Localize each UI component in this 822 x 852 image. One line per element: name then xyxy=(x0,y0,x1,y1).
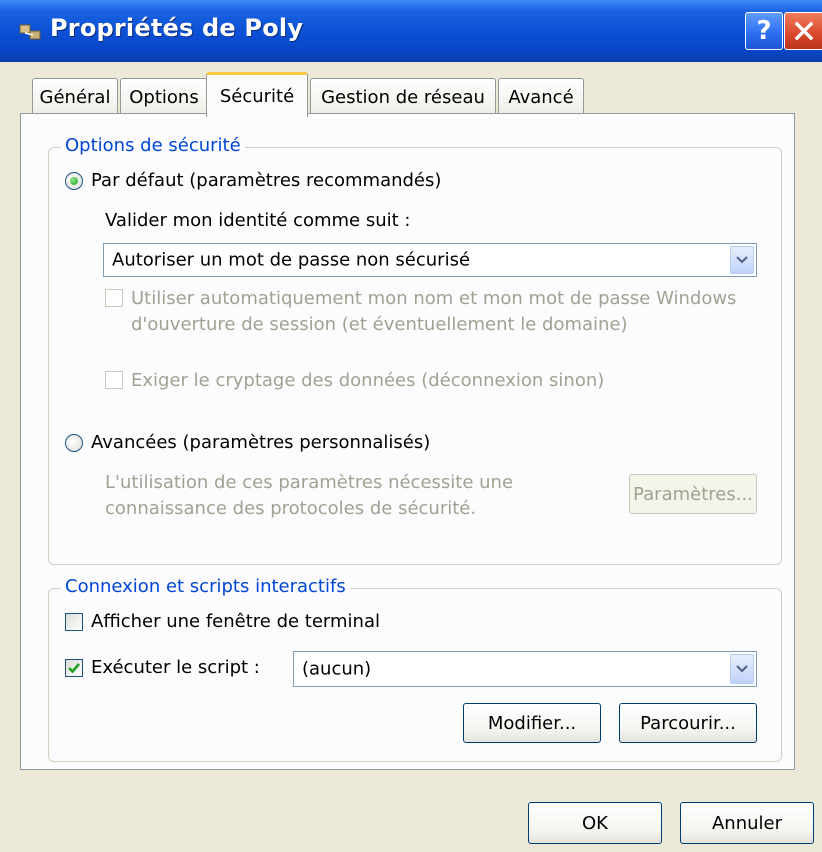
show-terminal-checkbox[interactable] xyxy=(65,613,83,631)
default-radio-label[interactable]: Par défaut (paramètres recommandés) xyxy=(91,170,441,191)
identity-select[interactable]: Autoriser un mot de passe non sécurisé xyxy=(103,243,757,277)
help-icon: ? xyxy=(756,16,772,46)
auto-windows-checkbox[interactable] xyxy=(105,289,123,307)
tab-avance[interactable]: Avancé xyxy=(498,78,584,116)
tab-securite[interactable]: Sécurité xyxy=(206,72,308,117)
script-select-value: (aucun) xyxy=(302,658,372,680)
tab-general[interactable]: Général xyxy=(32,78,118,116)
require-encryption-checkbox[interactable] xyxy=(105,371,123,389)
chevron-down-icon xyxy=(736,665,748,673)
validate-label: Valider mon identité comme suit : xyxy=(105,210,411,231)
radio-selected-dot xyxy=(70,177,78,185)
modify-button-label: Modifier... xyxy=(487,712,577,734)
tab-label: Options xyxy=(129,87,199,108)
tab-gestion-reseau[interactable]: Gestion de réseau xyxy=(310,78,496,116)
close-button[interactable] xyxy=(784,12,822,50)
dropdown-button[interactable] xyxy=(730,654,754,684)
scripts-group: Connexion et scripts interactifs Affiche… xyxy=(48,576,782,762)
cancel-button-label: Annuler xyxy=(711,812,782,834)
advanced-radio-label[interactable]: Avancées (paramètres personnalisés) xyxy=(91,432,430,453)
show-terminal-label[interactable]: Afficher une fenêtre de terminal xyxy=(91,611,380,632)
tab-panel-securite: Options de sécurité Par défaut (paramètr… xyxy=(20,113,795,770)
checkmark-icon xyxy=(68,663,80,674)
ok-button-label: OK xyxy=(582,812,608,834)
browse-button[interactable]: Parcourir... xyxy=(619,703,757,743)
tab-label: Gestion de réseau xyxy=(321,87,485,108)
require-encryption-label: Exiger le cryptage des données (déconnex… xyxy=(131,370,605,391)
dropdown-button[interactable] xyxy=(730,246,754,274)
tab-options[interactable]: Options xyxy=(120,78,208,116)
browse-button-label: Parcourir... xyxy=(640,712,736,734)
group-legend: Connexion et scripts interactifs xyxy=(61,576,350,597)
script-select[interactable]: (aucun) xyxy=(293,651,757,687)
auto-windows-label-line1: Utiliser automatiquement mon nom et mon … xyxy=(131,288,737,309)
help-button[interactable]: ? xyxy=(745,12,783,50)
advanced-note-line2: connaissance des protocoles de sécurité. xyxy=(105,498,477,519)
params-button[interactable]: Paramètres... xyxy=(629,474,757,514)
advanced-note-line1: L'utilisation de ces paramètres nécessit… xyxy=(105,472,514,493)
tab-label: Avancé xyxy=(508,87,574,108)
identity-select-value: Autoriser un mot de passe non sécurisé xyxy=(112,249,471,271)
connection-icon xyxy=(19,24,41,40)
window-title: Propriétés de Poly xyxy=(50,14,304,42)
modify-button[interactable]: Modifier... xyxy=(463,703,601,743)
close-icon xyxy=(794,21,814,41)
run-script-label[interactable]: Exécuter le script : xyxy=(91,657,260,678)
cancel-button[interactable]: Annuler xyxy=(680,802,814,844)
group-legend: Options de sécurité xyxy=(61,135,245,156)
run-script-checkbox[interactable] xyxy=(65,659,83,677)
tab-label: Sécurité xyxy=(219,85,295,107)
chevron-down-icon xyxy=(736,256,748,264)
params-button-label: Paramètres... xyxy=(633,483,753,505)
security-options-group: Options de sécurité Par défaut (paramètr… xyxy=(48,135,782,565)
tab-label: Général xyxy=(39,87,111,108)
advanced-radio[interactable] xyxy=(65,434,83,452)
default-radio[interactable] xyxy=(65,172,83,190)
auto-windows-label-line2: d'ouverture de session (et éventuellemen… xyxy=(131,314,628,335)
ok-button[interactable]: OK xyxy=(528,802,662,844)
title-bar[interactable]: Propriétés de Poly ? xyxy=(0,0,822,62)
tab-strip: Général Options Sécurité Gestion de rése… xyxy=(0,72,822,117)
